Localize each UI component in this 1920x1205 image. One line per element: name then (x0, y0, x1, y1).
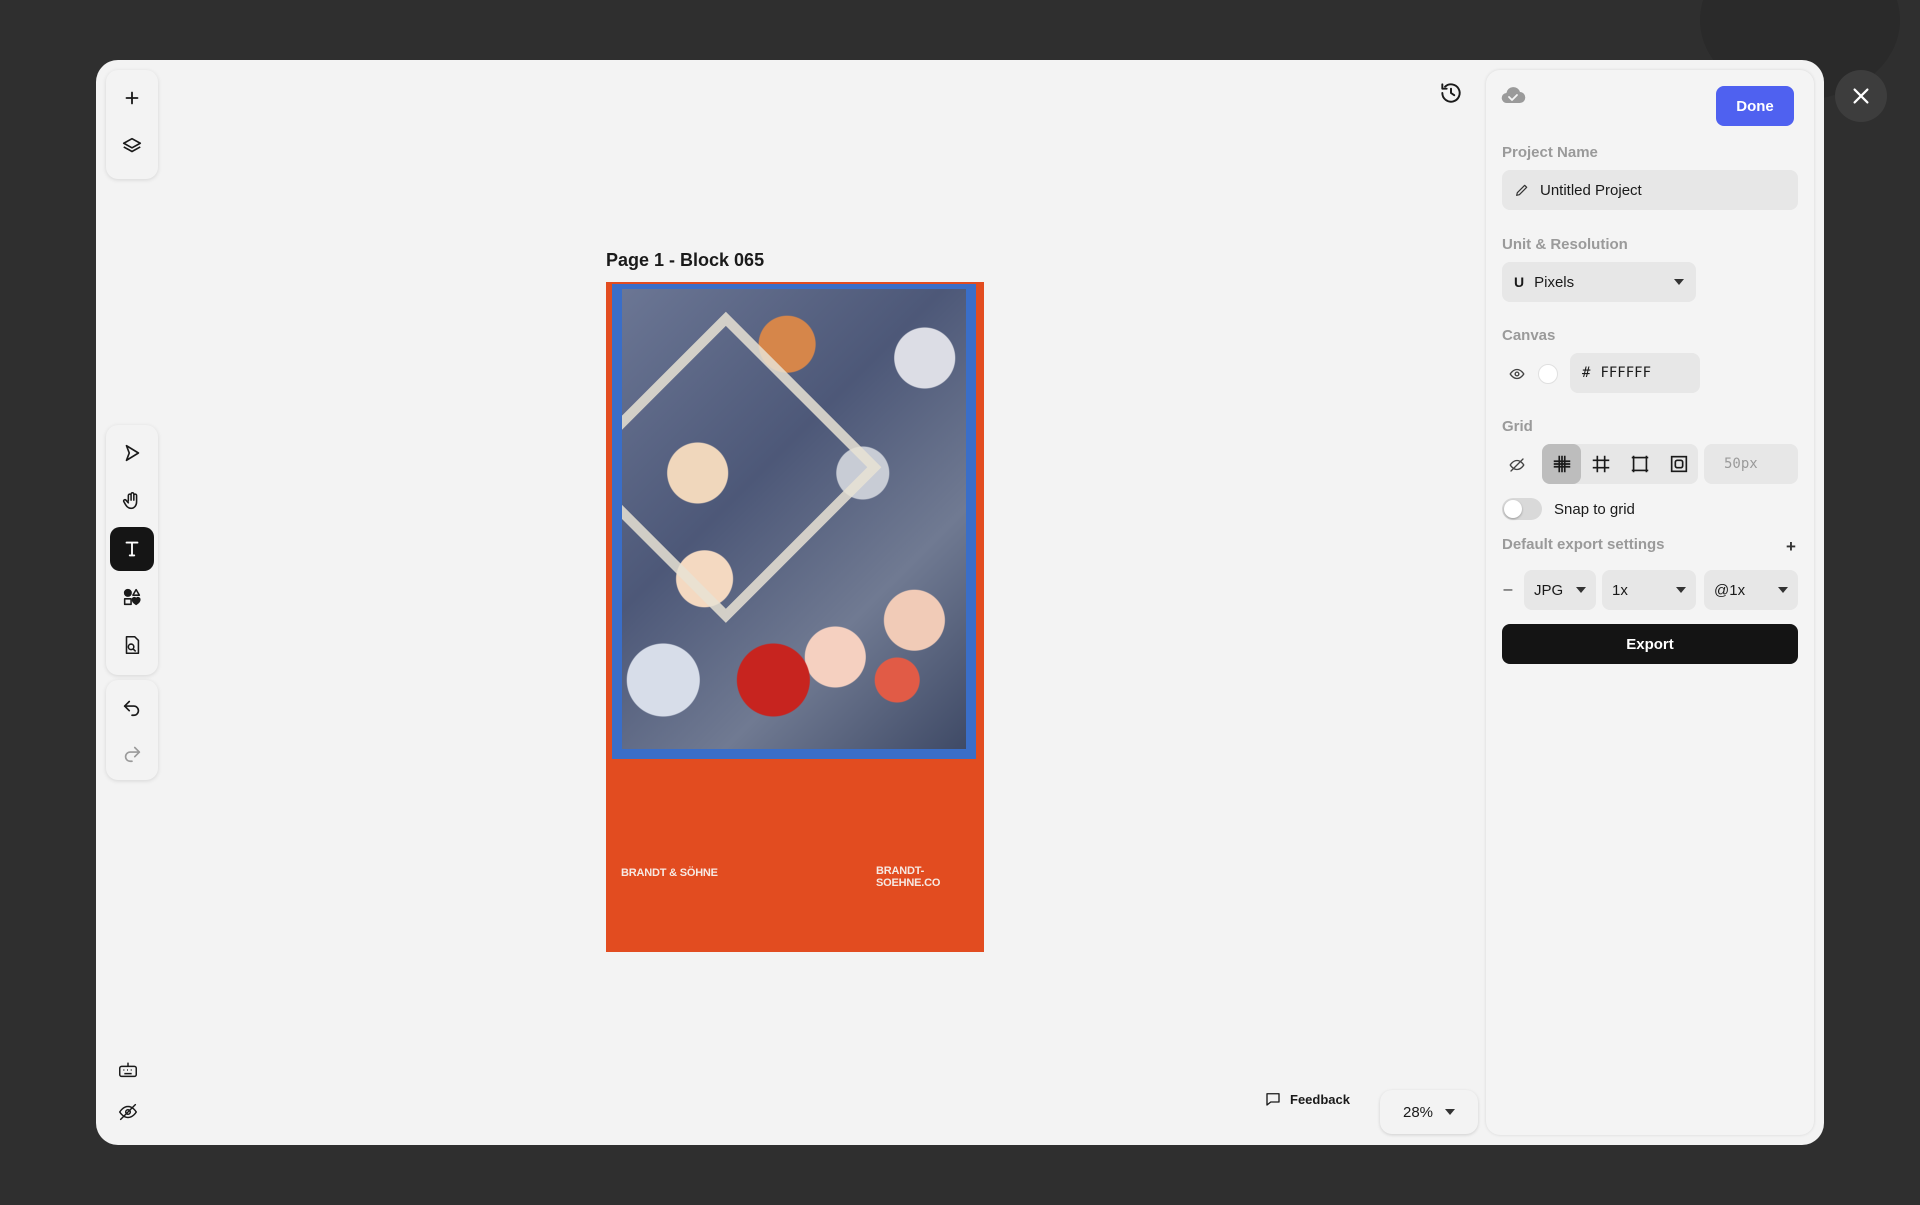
hash-symbol: # (1582, 365, 1591, 381)
hide-ui-icon[interactable] (112, 1096, 144, 1128)
caret-down-icon (1674, 279, 1684, 285)
undo-icon[interactable] (110, 686, 154, 728)
canvas-color-swatch[interactable] (1538, 364, 1558, 384)
redo-icon[interactable] (110, 732, 154, 774)
export-settings-label: Default export settings (1502, 536, 1665, 553)
snap-toggle[interactable] (1502, 498, 1542, 520)
caret-down-icon (1676, 587, 1686, 593)
caret-down-icon (1576, 587, 1586, 593)
format-select[interactable]: JPG (1524, 570, 1596, 610)
unit-value: Pixels (1534, 273, 1575, 291)
feedback-button[interactable]: Feedback (1264, 1090, 1350, 1108)
tools-toolbar (106, 425, 158, 675)
close-editor-button[interactable] (1835, 70, 1887, 122)
remove-export-setting-button[interactable]: – (1500, 580, 1516, 600)
select-arrow-icon[interactable] (110, 431, 154, 475)
grid-type-group (1542, 444, 1698, 484)
text-icon[interactable] (110, 527, 154, 571)
cookies-photo[interactable] (622, 289, 966, 749)
hand-icon[interactable] (110, 479, 154, 523)
plus-icon[interactable] (110, 76, 154, 120)
suffix-select[interactable]: @1x (1704, 570, 1798, 610)
history-toolbar (106, 680, 158, 780)
suffix-value: @1x (1714, 581, 1746, 599)
shapes-icon[interactable] (110, 575, 154, 619)
zoom-value: 28% (1402, 1103, 1434, 1121)
grid-label: Grid (1502, 418, 1533, 435)
brand-url-text[interactable]: BRANDT-SOEHNE.CO (876, 865, 984, 889)
grid-visibility-off-icon[interactable] (1506, 454, 1528, 476)
unit-prefix: U (1514, 274, 1525, 290)
snap-to-grid-row: Snap to grid (1502, 498, 1635, 520)
comment-icon (1266, 1093, 1280, 1106)
export-button[interactable]: Export (1502, 624, 1798, 664)
brand-name-text[interactable]: BRANDT & SÖHNE (621, 867, 718, 879)
grid-size-field[interactable]: 50px (1704, 444, 1798, 484)
photo-frame[interactable] (612, 284, 976, 759)
grid-center-icon[interactable] (1659, 444, 1698, 484)
page-title[interactable]: Page 1 - Block 065 (606, 250, 764, 271)
project-name-value: Untitled Project (1540, 181, 1642, 199)
scale-select[interactable]: 1x (1602, 570, 1696, 610)
done-button[interactable]: Done (1716, 86, 1794, 126)
canvas-label: Canvas (1502, 327, 1556, 344)
format-value: JPG (1534, 581, 1564, 599)
pencil-icon (1516, 184, 1528, 196)
grid-hash-icon[interactable] (1581, 444, 1620, 484)
project-name-label: Project Name (1502, 144, 1598, 161)
canvas-color-value: FFFFFF (1600, 365, 1652, 381)
close-icon (1853, 88, 1869, 104)
import-file-icon[interactable] (110, 623, 154, 667)
canvas-color-field[interactable]: # FFFFFF (1570, 353, 1700, 393)
project-name-field[interactable]: Untitled Project (1502, 170, 1798, 210)
feedback-label: Feedback (1290, 1091, 1350, 1107)
add-export-setting-button[interactable]: + (1782, 537, 1800, 556)
cloud-saved-icon (1500, 84, 1526, 111)
grid-frame-icon[interactable] (1620, 444, 1659, 484)
grid-dense-icon[interactable] (1542, 444, 1581, 484)
top-toolbar (106, 70, 158, 179)
settings-panel: Done Project Name Untitled Project Unit … (1486, 70, 1814, 1135)
layers-icon[interactable] (110, 124, 154, 168)
unit-resolution-label: Unit & Resolution (1502, 236, 1628, 253)
version-history-icon[interactable] (1436, 78, 1466, 108)
keyboard-shortcuts-icon[interactable] (112, 1054, 144, 1086)
scale-value: 1x (1612, 581, 1628, 599)
artboard[interactable]: BRANDT & SÖHNE BRANDT-SOEHNE.CO (606, 282, 984, 952)
caret-down-icon (1778, 587, 1788, 593)
unit-select[interactable]: U Pixels (1502, 262, 1696, 302)
grid-size-value: 50px (1724, 456, 1758, 472)
editor-window: Page 1 - Block 065 BRANDT & SÖHNE BRANDT… (96, 60, 1824, 1145)
zoom-select[interactable]: 28% (1380, 1090, 1478, 1134)
snap-label: Snap to grid (1554, 500, 1635, 518)
eye-icon[interactable] (1506, 363, 1528, 385)
caret-down-icon (1445, 1109, 1456, 1115)
photo-tray-shape (622, 311, 882, 623)
